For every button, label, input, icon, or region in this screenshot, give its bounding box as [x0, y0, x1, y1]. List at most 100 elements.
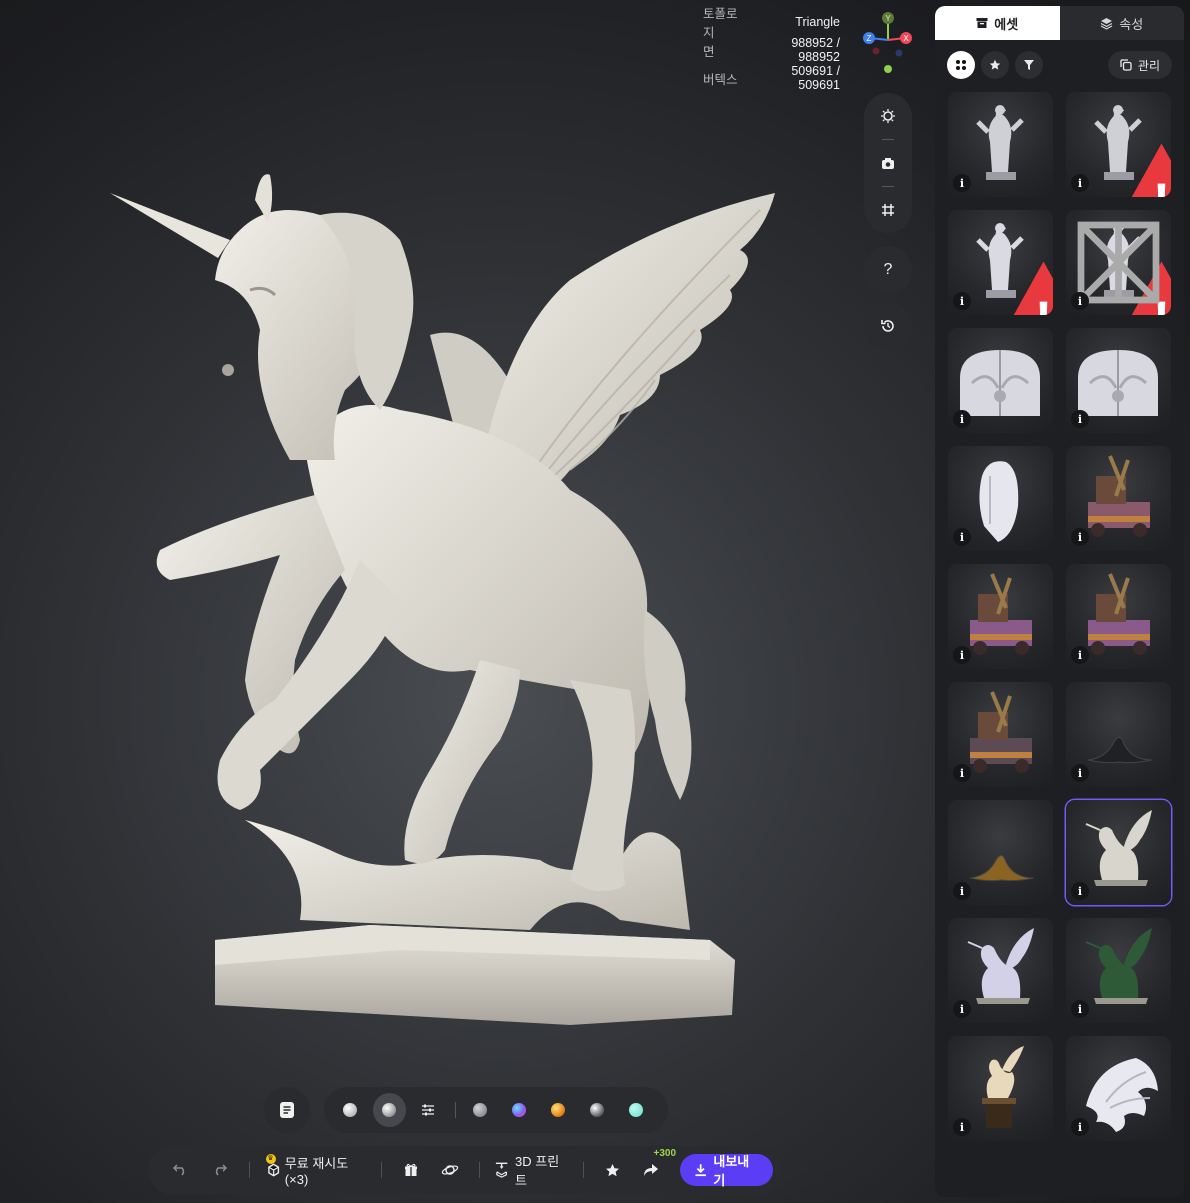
- points-badge: +300: [653, 1148, 677, 1159]
- asset-thumbnail[interactable]: i: [948, 1036, 1053, 1141]
- adjust-button[interactable]: [412, 1093, 445, 1127]
- notes-button[interactable]: [264, 1087, 310, 1133]
- asset-thumbnail[interactable]: ! i: [948, 210, 1053, 315]
- info-icon[interactable]: i: [953, 528, 971, 546]
- iridescent-ball-icon: [511, 1103, 526, 1117]
- info-icon[interactable]: i: [953, 1000, 971, 1018]
- svg-text:!: !: [1153, 173, 1170, 197]
- info-icon[interactable]: i: [953, 646, 971, 664]
- export-label: 내보내기: [713, 1154, 750, 1188]
- info-icon[interactable]: i: [953, 882, 971, 900]
- asset-thumbnail[interactable]: i: [948, 328, 1053, 433]
- all-assets-button[interactable]: [947, 51, 975, 79]
- axis-z-label: Z: [867, 34, 872, 43]
- viewport[interactable]: 토폴로지 Triangle 면 988952 / 988952 버텍스 509691 …: [0, 0, 930, 1203]
- tab-assets[interactable]: 에셋: [935, 6, 1060, 40]
- info-icon[interactable]: i: [953, 292, 971, 310]
- asset-thumbnail[interactable]: i: [948, 918, 1053, 1023]
- asset-thumbnail[interactable]: i: [948, 682, 1053, 787]
- material-teal-button[interactable]: [619, 1093, 652, 1127]
- gift-icon: [405, 1163, 418, 1176]
- print-label: 3D 프린트: [515, 1154, 560, 1188]
- info-icon[interactable]: i: [953, 174, 971, 192]
- info-icon[interactable]: i: [1071, 292, 1089, 310]
- download-icon: [695, 1164, 706, 1177]
- regenerate-button[interactable]: ♛ 무료 재시도 (×3): [260, 1152, 372, 1188]
- orbit-icon: [441, 1165, 458, 1175]
- info-icon[interactable]: i: [1071, 764, 1089, 782]
- material-matte-button[interactable]: [334, 1093, 367, 1127]
- redo-button[interactable]: [200, 1152, 238, 1188]
- history-button[interactable]: [864, 302, 912, 350]
- grid-dots-icon: [956, 60, 966, 70]
- axis-gizmo[interactable]: Y Z X: [860, 10, 916, 66]
- topology-label: 토폴로지: [703, 7, 738, 40]
- favorite-button[interactable]: [593, 1152, 631, 1188]
- manage-button[interactable]: 관리: [1107, 51, 1172, 79]
- asset-thumbnail[interactable]: i: [1066, 800, 1171, 905]
- material-chrome-button[interactable]: [580, 1093, 613, 1127]
- export-button[interactable]: 내보내기: [680, 1154, 773, 1188]
- info-icon[interactable]: i: [1071, 882, 1089, 900]
- asset-thumbnail[interactable]: i: [948, 92, 1053, 197]
- filter-button[interactable]: [1015, 51, 1043, 79]
- info-icon[interactable]: i: [1071, 1118, 1089, 1136]
- vertices-value: 509691 / 509691: [791, 64, 840, 92]
- funnel-icon: [1024, 60, 1034, 70]
- undo-button[interactable]: [162, 1152, 200, 1188]
- tab-properties[interactable]: 속성: [1060, 6, 1185, 40]
- grid-icon: [882, 204, 894, 216]
- material-gold-button[interactable]: [541, 1093, 574, 1127]
- crown-icon: ♛: [265, 1154, 276, 1164]
- status-dot: [884, 65, 892, 73]
- axis-x-label: X: [903, 34, 909, 43]
- info-icon[interactable]: i: [953, 410, 971, 428]
- material-iridescent-button[interactable]: [502, 1093, 535, 1127]
- asset-thumbnail[interactable]: i: [1066, 564, 1171, 669]
- asset-thumbnail[interactable]: i: [948, 800, 1053, 905]
- regenerate-label: 무료 재시도 (×3): [284, 1156, 349, 1187]
- asset-thumbnail[interactable]: i: [948, 564, 1053, 669]
- layers-icon: [1100, 17, 1113, 30]
- asset-thumbnail[interactable]: ! i: [1066, 92, 1171, 197]
- axis-y-label: Y: [885, 14, 891, 23]
- light-button[interactable]: [864, 93, 912, 139]
- manage-label: 관리: [1137, 58, 1160, 73]
- asset-thumbnail[interactable]: i: [948, 446, 1053, 551]
- asset-thumbnail[interactable]: i: [1066, 446, 1171, 551]
- asset-thumbnail[interactable]: i: [1066, 918, 1171, 1023]
- asset-thumbnail[interactable]: i: [1066, 682, 1171, 787]
- help-button[interactable]: ?: [864, 246, 912, 294]
- asset-thumbnail[interactable]: i: [1066, 1036, 1171, 1141]
- chrome-ball-icon: [589, 1103, 604, 1117]
- info-icon[interactable]: i: [953, 764, 971, 782]
- info-icon[interactable]: i: [1071, 646, 1089, 664]
- asset-thumbnail[interactable]: i: [1066, 328, 1171, 433]
- main-toolbar: ♛ 무료 재시도 (×3) 3D 프린트 +300 내보내기: [148, 1146, 783, 1194]
- copy-icon: [1120, 59, 1132, 71]
- info-icon[interactable]: i: [1071, 1000, 1089, 1018]
- info-icon[interactable]: i: [953, 1118, 971, 1136]
- pegasus-model[interactable]: [100, 160, 800, 1040]
- asset-grid: i! i! i! i i i i i i i i i i i i i i i: [948, 92, 1174, 1141]
- textured-ball-icon: [382, 1103, 397, 1117]
- grid-button[interactable]: [864, 187, 912, 233]
- sun-icon: [881, 109, 895, 123]
- warning-icon: !: [1013, 261, 1053, 315]
- info-icon[interactable]: i: [1071, 410, 1089, 428]
- archive-icon: [976, 18, 988, 28]
- matte-ball-icon: [343, 1103, 358, 1117]
- screenshot-button[interactable]: [864, 140, 912, 186]
- info-icon[interactable]: i: [1071, 528, 1089, 546]
- material-textured-button[interactable]: [372, 1093, 406, 1127]
- print-button[interactable]: 3D 프린트: [490, 1152, 573, 1188]
- share-button[interactable]: +300: [632, 1148, 676, 1188]
- tab-properties-label: 속성: [1119, 16, 1144, 32]
- favorites-filter-button[interactable]: [981, 51, 1009, 79]
- orbit-button[interactable]: [431, 1152, 469, 1188]
- material-gray-button[interactable]: [464, 1093, 497, 1127]
- gift-button[interactable]: [392, 1152, 430, 1188]
- redo-icon: [216, 1164, 228, 1176]
- asset-thumbnail[interactable]: ! i: [1066, 210, 1171, 315]
- info-icon[interactable]: i: [1071, 174, 1089, 192]
